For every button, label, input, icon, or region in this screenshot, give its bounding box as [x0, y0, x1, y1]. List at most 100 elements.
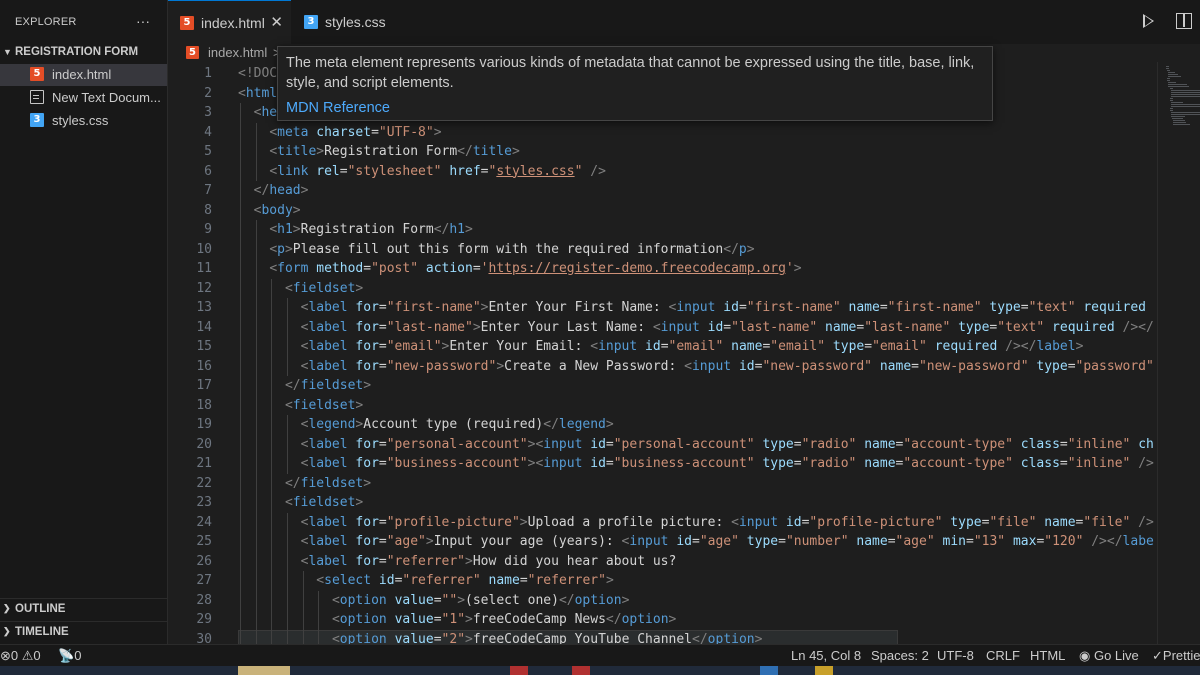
code-line[interactable]: 29 <option value="1">freeCodeCamp News</o… [168, 610, 1158, 630]
code-token: "last-name" [864, 319, 951, 335]
code-token: id [676, 534, 692, 549]
code-line[interactable]: 27 <select id="referrer" name="referrer"> [168, 571, 1158, 591]
timeline-section[interactable]: ❯ TIMELINE [0, 621, 167, 643]
code-token: "2" [441, 631, 466, 645]
code-token: "radio" [801, 436, 857, 452]
problems-status[interactable]: ⊗0 ⚠0 [0, 648, 41, 664]
code-token: "last-name" [731, 319, 818, 335]
code-token: name [864, 436, 896, 452]
outline-section[interactable]: ❯ OUTLINE [0, 598, 167, 620]
language-mode[interactable]: HTML [1030, 648, 1065, 663]
html-file-icon: 5 [186, 46, 199, 59]
run-icon[interactable] [1143, 14, 1154, 28]
code-token: > [465, 222, 473, 237]
code-line[interactable]: 13 <label for="first-name">Enter Your Fir… [168, 298, 1158, 318]
code-token: labe [1122, 534, 1154, 549]
taskbar-app-icon[interactable] [238, 666, 290, 675]
code-line[interactable]: 22 </fieldset> [168, 474, 1158, 494]
code-token: rel [316, 163, 340, 179]
tab-styles-css[interactable]: 3 styles.css [292, 0, 404, 44]
code-line[interactable]: 26 <label for="referrer">How did you hear… [168, 552, 1158, 572]
prettier-status[interactable]: ✓Prettie [1152, 648, 1200, 664]
code-token: = [778, 534, 786, 549]
code-line[interactable]: 9 <h1>Registration Form</h1> [168, 220, 1158, 240]
close-icon[interactable]: ✕ [270, 13, 283, 31]
eol-status[interactable]: CRLF [986, 648, 1020, 663]
encoding-status[interactable]: UTF-8 [937, 648, 974, 663]
code-token: (select one) [465, 592, 559, 608]
code-token: he [261, 105, 278, 120]
file-item-index-html[interactable]: 5 index.html [0, 64, 167, 86]
taskbar-app-icon[interactable] [510, 666, 528, 675]
scrollbar-track[interactable] [1157, 62, 1158, 644]
code-line[interactable]: 10 <p>Please fill out this form with the … [168, 240, 1158, 260]
cursor-position[interactable]: Ln 45, Col 8 [791, 648, 861, 663]
split-editor-icon[interactable] [1176, 13, 1192, 29]
code-line[interactable]: 4 <meta charset="UTF-8"> [168, 123, 1158, 143]
code-line[interactable]: 18 <fieldset> [168, 396, 1158, 416]
code-token: type [762, 456, 794, 471]
code-content: <option value="2">freeCodeCamp YouTube C… [332, 630, 763, 645]
taskbar-app-icon[interactable] [572, 666, 590, 675]
code-line[interactable]: 6 <link rel="stylesheet" href="styles.css… [168, 162, 1158, 182]
minimap-line [1168, 72, 1175, 73]
code-token: /></ [1122, 319, 1154, 335]
code-token: < [684, 358, 692, 374]
more-actions-icon[interactable]: ··· [136, 13, 150, 29]
code-token: label [308, 534, 348, 549]
file-name: New Text Docum... [52, 90, 161, 105]
taskbar-app-icon[interactable] [815, 666, 833, 675]
tab-label: styles.css [325, 14, 386, 30]
code-token: "business-account" [386, 456, 528, 471]
code-editor[interactable]: 1 <!DOC 2 <html 3 <he 4 <meta charset="UTF-8"> 5… [168, 62, 1200, 644]
code-line[interactable]: 8 <body> [168, 201, 1158, 221]
code-line[interactable]: 14 <label for="last-name">Enter Your Last… [168, 318, 1158, 338]
code-line[interactable]: 11 <form method="post" action='https://re… [168, 259, 1158, 279]
indentation-status[interactable]: Spaces: 2 [871, 648, 929, 663]
code-token: for [355, 358, 379, 374]
go-live-button[interactable]: ◉ Go Live [1079, 648, 1139, 664]
code-token: "last-name" [386, 319, 473, 335]
code-line[interactable]: 15 <label for="email">Enter Your Email: <… [168, 337, 1158, 357]
code-line[interactable]: 17 </fieldset> [168, 376, 1158, 396]
code-token: required [1052, 319, 1115, 335]
code-line[interactable]: 12 <fieldset> [168, 279, 1158, 299]
code-token: name [848, 300, 880, 315]
code-token: /></ [1005, 339, 1037, 354]
code-line[interactable]: 16 <label for="new-password">Create a New… [168, 357, 1158, 377]
code-token: id [723, 300, 739, 315]
tab-index-html[interactable]: 5 index.html ✕ [168, 0, 291, 44]
minimap[interactable] [1160, 62, 1200, 644]
file-item-new-text-document[interactable]: New Text Docum... [0, 87, 167, 109]
minimap-line [1169, 100, 1173, 101]
code-token: < [284, 280, 293, 296]
line-number: 11 [196, 261, 212, 276]
code-line[interactable]: 5 <title>Registration Form</title> [168, 142, 1158, 162]
code-line[interactable]: 21 <label for="business-account"><input i… [168, 454, 1158, 474]
folder-registration-form[interactable]: ▼ REGISTRATION FORM [0, 44, 167, 64]
code-line[interactable]: 7 </head> [168, 181, 1158, 201]
code-line[interactable]: 20 <label for="personal-account"><input i… [168, 435, 1158, 455]
line-number: 23 [196, 495, 212, 510]
code-line[interactable]: 23 <fieldset> [168, 493, 1158, 513]
line-number: 3 [204, 105, 212, 120]
code-line[interactable]: 24 <label for="profile-picture">Upload a … [168, 513, 1158, 533]
code-token: "text" [1028, 300, 1076, 315]
code-line[interactable]: 19 <legend>Account type (required)</legen… [168, 415, 1158, 435]
breadcrumb-file[interactable]: index.html [208, 45, 267, 60]
ports-status[interactable]: 📡0 [58, 648, 81, 664]
code-line[interactable]: 30 <option value="2">freeCodeCamp YouTube… [168, 630, 1158, 645]
taskbar-app-icon[interactable] [760, 666, 778, 675]
code-token: fieldset [300, 475, 364, 491]
code-token: "email" [668, 339, 724, 354]
mdn-reference-link[interactable]: MDN Reference [286, 100, 390, 116]
code-token: p [277, 241, 285, 257]
code-line[interactable]: 25 <label for="age">Input your age (years… [168, 532, 1158, 552]
file-item-styles-css[interactable]: 3 styles.css [0, 110, 167, 132]
explorer-sidebar: EXPLORER ··· ▼ REGISTRATION FORM 5 index… [0, 0, 168, 644]
code-line[interactable]: 28 <option value="">(select one)</option> [168, 591, 1158, 611]
